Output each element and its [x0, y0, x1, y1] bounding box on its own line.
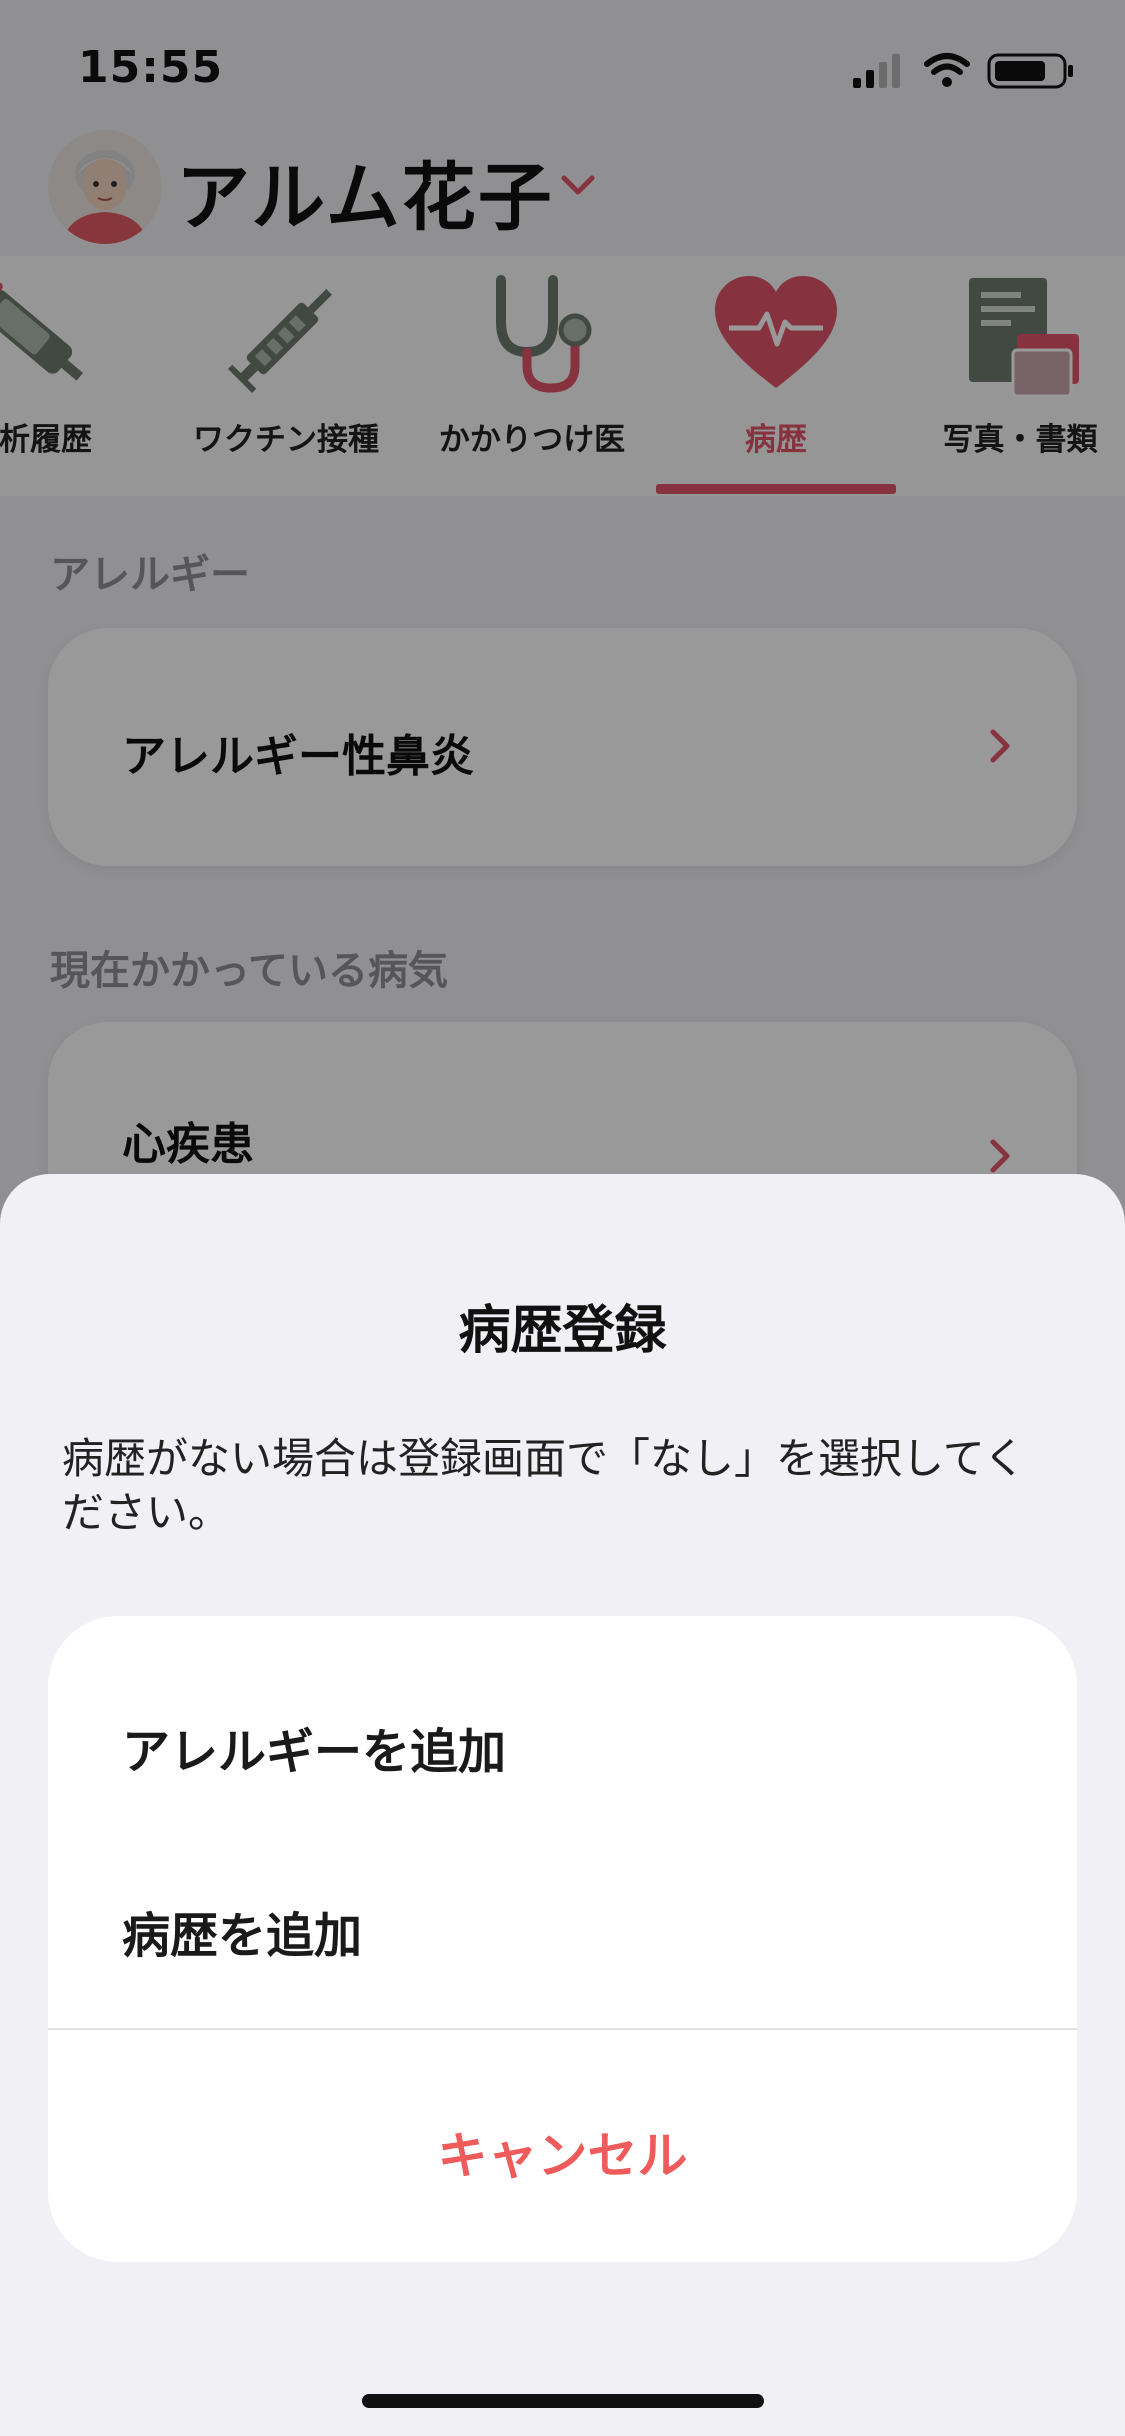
cancel-button[interactable]: キャンセル [48, 2030, 1077, 2262]
cancel-label: キャンセル [437, 2127, 688, 2185]
home-indicator[interactable] [362, 2394, 764, 2408]
action-sheet: 病歴登録 病歴がない場合は登録画面で「なし」を選択してください。 アレルギーを追… [0, 1174, 1125, 2436]
add-allergy-button[interactable]: アレルギーを追加 [122, 1712, 506, 1782]
sheet-title: 病歴登録 [458, 1301, 667, 1361]
sheet-description: 病歴がない場合は登録画面で「なし」を選択してください。 [62, 1434, 1026, 1537]
app-screen: 15:55 アルム花子 析履歴 ワクチン接種 かかりつけ医 病歴 写真・書類 ア… [0, 0, 1125, 2436]
action-list: アレルギーを追加 病歴を追加 キャンセル [48, 1616, 1077, 2262]
add-medical-history-button[interactable]: 病歴を追加 [122, 1896, 362, 1966]
